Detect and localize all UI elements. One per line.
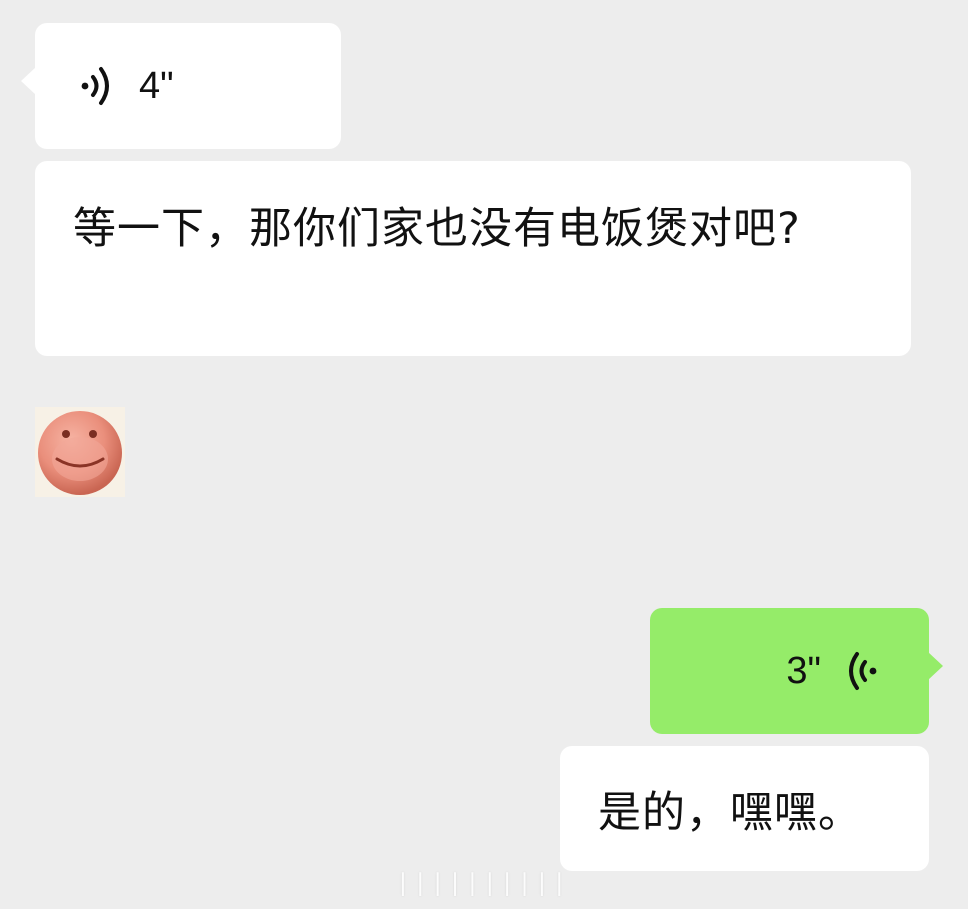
message-text: 是的，嘿嘿。 xyxy=(598,787,862,838)
outgoing-voice-message[interactable]: 3" xyxy=(650,608,943,734)
voice-wave-icon xyxy=(849,652,877,690)
incoming-voice-message[interactable]: 4" xyxy=(21,23,341,149)
incoming-text-message[interactable]: 等一下，那你们家也没有电饭煲对吧? xyxy=(35,161,911,356)
chat-view: 4" 等一下，那你们家也没有电饭煲对吧? 3" 是的，嘿嘿。 ▏▏▏▏▏▏▏▏▏… xyxy=(0,0,968,909)
outgoing-text-message[interactable]: 是的，嘿嘿。 xyxy=(560,746,929,871)
message-text: 等一下，那你们家也没有电饭煲对吧? xyxy=(73,204,801,254)
smiley-face-sticker[interactable] xyxy=(35,407,125,497)
smiley-icon xyxy=(38,411,122,495)
voice-wave-icon xyxy=(81,67,109,105)
watermark: ▏▏▏▏▏▏▏▏▏▏ xyxy=(402,872,576,896)
voice-duration: 3" xyxy=(786,649,821,692)
voice-duration: 4" xyxy=(139,64,174,107)
